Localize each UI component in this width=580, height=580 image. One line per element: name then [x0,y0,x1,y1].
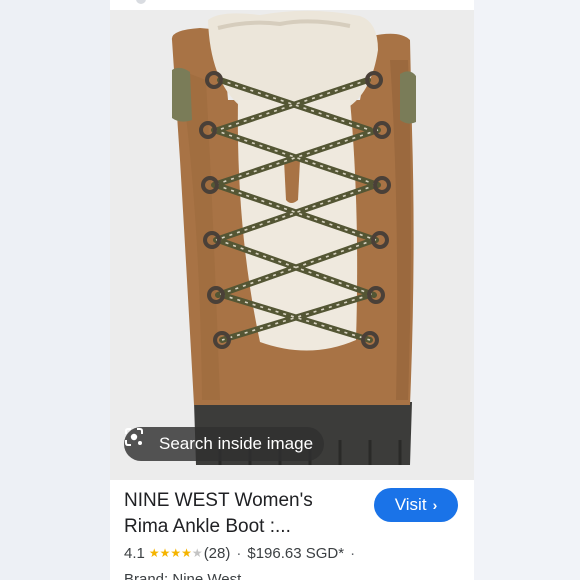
star-empty-icon: ★ [191,546,203,560]
brand-line: Brand: Nine West [124,571,242,580]
separator-dot: · [236,544,242,562]
star-filled-icon: ★ [159,546,171,560]
left-background [0,0,110,580]
star-filled-icon: ★ [148,546,160,560]
lens-search-icon [125,428,152,454]
right-background [474,0,580,580]
search-inside-image-button[interactable]: Search inside image [124,427,324,461]
rating-stars: ★ ★ ★ ★ ★ [149,547,203,559]
boot-illustration [110,10,474,480]
separator-dot: · [350,544,356,562]
review-count: (28) [203,544,231,562]
result-card[interactable]: Search inside image NINE WEST Women's Ri… [110,0,474,580]
product-image[interactable]: Search inside image [110,10,474,480]
product-title-line-2: Rima Ankle Boot :... [124,516,291,537]
price: $196.63 SGD* [247,544,345,562]
product-title[interactable]: NINE WEST Women's Rima Ankle Boot :... [124,488,364,540]
star-filled-icon: ★ [181,546,192,560]
top-strip [110,0,474,10]
visit-button[interactable]: Visit › [374,488,458,522]
search-inside-image-label: Search inside image [159,434,314,453]
star-filled-icon: ★ [170,546,182,560]
visit-label: Visit [394,495,427,514]
chevron-right-icon: › [432,497,438,513]
product-meta-row: 4.1 ★ ★ ★ ★ ★ (28) · $196.63 SGD* · [124,543,361,563]
rating-value: 4.1 [124,544,145,562]
product-title-line-1: NINE WEST Women's [124,490,313,511]
top-indicator-icon [136,0,146,4]
